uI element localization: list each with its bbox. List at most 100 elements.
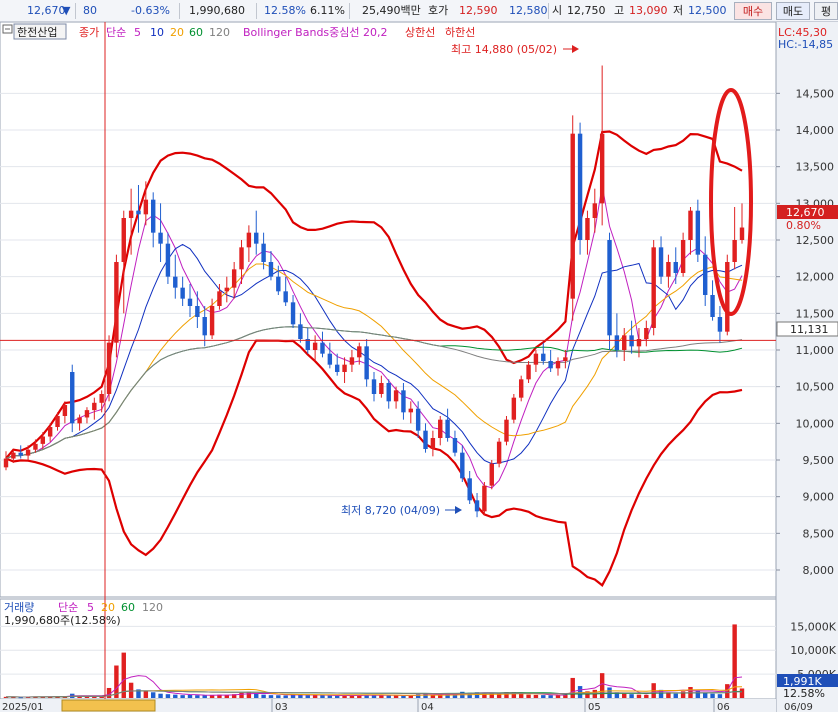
legend-close: 종가 bbox=[79, 26, 99, 39]
candle-body bbox=[268, 262, 274, 277]
candle-body bbox=[710, 295, 715, 317]
candle-body bbox=[415, 408, 421, 431]
sell-button[interactable]: 매도 bbox=[776, 2, 810, 20]
candle-body bbox=[349, 357, 355, 365]
candle-body bbox=[18, 452, 23, 456]
candle-body bbox=[173, 276, 178, 288]
volume-tick-label: 10,000K bbox=[790, 644, 836, 657]
candle-body bbox=[570, 133, 575, 299]
candle-body bbox=[70, 372, 75, 424]
candle-body bbox=[62, 405, 68, 416]
candle-body bbox=[99, 394, 104, 403]
candle-body bbox=[312, 342, 318, 350]
candle-body bbox=[121, 218, 126, 262]
candle-body bbox=[290, 302, 296, 325]
candle-body bbox=[482, 485, 487, 512]
candle-body bbox=[379, 383, 384, 394]
ratio-value: 6.11% bbox=[310, 4, 345, 17]
candle-body bbox=[77, 417, 82, 424]
candle-body bbox=[84, 410, 90, 418]
price-change: 80 bbox=[83, 4, 97, 17]
buy-button[interactable]: 매수 bbox=[734, 2, 772, 20]
volume-bar bbox=[739, 688, 745, 698]
max-annotation-text: 최고 14,880 (05/02) bbox=[451, 43, 557, 56]
volume-bar bbox=[143, 691, 149, 698]
volume-bar bbox=[128, 682, 134, 698]
candle-body bbox=[239, 247, 244, 270]
volume-bar bbox=[570, 677, 575, 698]
legend-bollinger: Bollinger Bands중심선 20,2 bbox=[243, 26, 388, 39]
x-label-apr: 04 bbox=[421, 702, 434, 712]
volume-bar bbox=[334, 695, 340, 698]
hc-label: HC:-14,85 bbox=[778, 38, 833, 51]
legend-ma20: 20 bbox=[170, 26, 184, 39]
candle-body bbox=[496, 441, 502, 464]
volume-bar bbox=[717, 694, 723, 698]
candle-body bbox=[327, 353, 333, 365]
volume-bar bbox=[261, 694, 266, 698]
volume-bar bbox=[195, 695, 200, 698]
candle-body bbox=[408, 408, 414, 413]
candle-body bbox=[725, 262, 730, 332]
candle-body bbox=[320, 342, 325, 354]
volume-ma5: 5 bbox=[87, 601, 94, 614]
candle-body bbox=[143, 199, 149, 215]
y-tick-label: 14,000 bbox=[796, 124, 835, 137]
candle-body bbox=[195, 306, 200, 317]
candle-body bbox=[298, 324, 303, 339]
volume-bar bbox=[283, 695, 288, 698]
volume-bar bbox=[702, 692, 708, 698]
volume-bar bbox=[268, 695, 274, 698]
volume-bar bbox=[548, 695, 553, 698]
y-tick-label: 12,000 bbox=[796, 271, 835, 284]
volume-bar bbox=[173, 694, 178, 698]
quote-bar: 12,670 ▼ 80 -0.63% 1,990,680 12.58% 6.11… bbox=[0, 0, 838, 22]
candle-body bbox=[261, 243, 266, 262]
candle-body bbox=[3, 458, 9, 468]
volume-bar bbox=[636, 694, 642, 698]
low-price: 12,500 bbox=[688, 4, 727, 17]
candle-body bbox=[614, 335, 620, 350]
bid-price: 12,580 bbox=[509, 4, 548, 17]
candle-body bbox=[702, 254, 708, 295]
candle-body bbox=[209, 306, 215, 336]
candle-body bbox=[217, 291, 222, 306]
y-tick-label: 11,500 bbox=[796, 307, 835, 320]
volume-value-label: 1,990,680주(12.58%) bbox=[4, 614, 121, 627]
volume-bar bbox=[312, 695, 318, 698]
min-annotation-text: 최저 8,720 (04/09) bbox=[341, 504, 440, 517]
candle-body bbox=[585, 218, 590, 240]
candle-body bbox=[158, 232, 163, 244]
candle-body bbox=[607, 240, 612, 336]
eval-button[interactable]: 평 bbox=[814, 2, 838, 20]
volume-bar bbox=[158, 693, 163, 698]
candle-body bbox=[489, 463, 494, 486]
candle-body bbox=[150, 199, 156, 233]
current-price: 12,670 bbox=[27, 4, 66, 17]
y-tick-label: 11,000 bbox=[796, 344, 835, 357]
volume-bar bbox=[276, 695, 281, 698]
candle-body bbox=[371, 379, 377, 394]
candle-body bbox=[423, 430, 428, 449]
candle-body bbox=[526, 364, 531, 380]
y-tick-label: 10,500 bbox=[796, 381, 835, 394]
candle-body bbox=[128, 210, 134, 218]
period-scroll-thumb[interactable] bbox=[61, 699, 156, 712]
candle-body bbox=[114, 262, 119, 343]
candle-body bbox=[555, 361, 561, 369]
candle-body bbox=[401, 390, 406, 413]
price-change-pct: -0.63% bbox=[131, 4, 170, 17]
amount-value: 25,490백만 bbox=[362, 4, 421, 17]
candle-body bbox=[187, 298, 193, 306]
volume-bar bbox=[673, 693, 678, 698]
candle-body bbox=[563, 357, 568, 361]
candle-body bbox=[533, 353, 539, 365]
candle-body bbox=[136, 210, 141, 215]
y-tick-label: 10,000 bbox=[796, 417, 835, 430]
pct-tag: 0.80% bbox=[786, 219, 821, 232]
stock-chart[interactable]: 8,000 8,500 9,000 9,500 10,000 10,500 11,000 11… bbox=[0, 22, 838, 712]
candle-body bbox=[651, 247, 656, 328]
candle-body bbox=[666, 262, 671, 277]
candle-body bbox=[658, 247, 664, 277]
x-label-jun: 06 bbox=[717, 702, 730, 712]
